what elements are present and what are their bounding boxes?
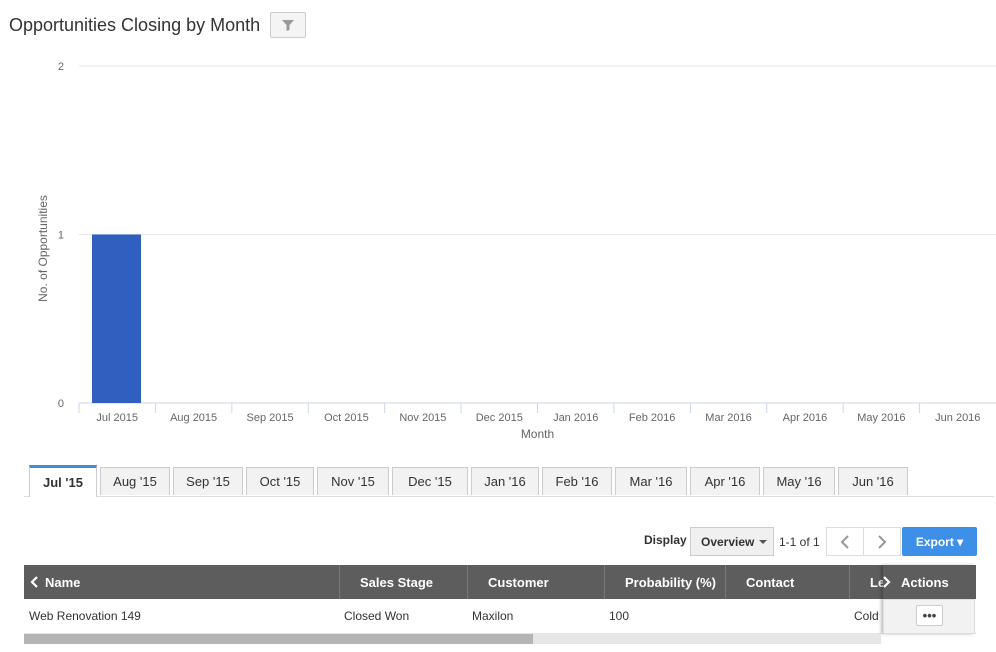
column-name-header[interactable]: Name xyxy=(30,565,80,599)
month-tabs: Jul '15 Aug '15 Sep '15 Oct '15 Nov '15 Dec '… xyxy=(24,465,994,497)
tab-month[interactable]: Mar '16 xyxy=(615,467,687,495)
column-contact-header[interactable]: Contact xyxy=(746,565,794,599)
tab-month[interactable]: Feb '16 xyxy=(542,467,612,495)
cell-lead: Cold xyxy=(854,609,879,623)
filter-icon xyxy=(282,19,294,31)
tab-month[interactable]: Oct '15 xyxy=(246,467,314,495)
x-tick-label: Feb 2016 xyxy=(629,412,675,424)
chevron-left-icon xyxy=(840,534,849,549)
x-tick-label: Aug 2015 xyxy=(170,412,217,424)
tab-month[interactable]: Aug '15 xyxy=(100,467,170,495)
y-tick-label: 1 xyxy=(58,230,64,242)
y-tick-label: 2 xyxy=(58,61,64,73)
caret-down-icon xyxy=(759,540,767,544)
x-tick-label: Apr 2016 xyxy=(783,412,828,424)
x-tick-label: Jun 2016 xyxy=(935,412,980,424)
x-tick-label: Jan 2016 xyxy=(553,412,598,424)
column-customer-header[interactable]: Customer xyxy=(488,565,549,599)
actions-cell: ••• xyxy=(883,599,975,634)
bar-chart: 0 1 2 Jul 2015 Aug 2015 Sep 2015 Oct 2015 Nov 2… xyxy=(36,61,996,441)
column-label: Name xyxy=(45,574,81,590)
more-actions-button[interactable]: ••• xyxy=(916,605,943,626)
y-axis-label: No. of Opportunities xyxy=(36,195,50,302)
tab-month[interactable]: May '16 xyxy=(763,467,835,495)
column-label: Customer xyxy=(488,574,549,590)
tab-month[interactable]: Apr '16 xyxy=(690,467,760,495)
actions-column: Actions ••• xyxy=(883,565,975,634)
x-tick-label: May 2016 xyxy=(857,412,905,424)
x-tick-label: Mar 2016 xyxy=(705,412,751,424)
tab-month[interactable]: Nov '15 xyxy=(317,467,389,495)
bar xyxy=(92,234,141,403)
y-tick-label: 0 xyxy=(58,398,64,410)
column-label: Contact xyxy=(746,574,795,590)
x-tick-label: Sep 2015 xyxy=(246,412,293,424)
column-label: Probability (%) xyxy=(625,574,717,590)
column-label: Sales Stage xyxy=(360,574,433,590)
display-select[interactable]: Overview xyxy=(690,527,774,556)
cell-sales-stage: Closed Won xyxy=(344,609,410,623)
display-select-value: Overview xyxy=(701,534,755,549)
cell-name[interactable]: Web Renovation 149 xyxy=(29,599,141,633)
tab-month[interactable]: Dec '15 xyxy=(392,467,468,495)
export-button[interactable]: Export ▾ xyxy=(902,527,977,556)
column-actions-header: Actions xyxy=(883,565,975,599)
x-tick-label: Oct 2015 xyxy=(324,412,369,424)
chevron-right-icon xyxy=(878,534,887,549)
column-sales-stage-header[interactable]: Sales Stage xyxy=(360,565,433,599)
x-tick-label: Jul 2015 xyxy=(96,412,138,424)
tab-month[interactable]: Sep '15 xyxy=(173,467,243,495)
column-probability-header[interactable]: Probability (%) xyxy=(625,565,716,599)
x-axis-label: Month xyxy=(521,427,554,441)
next-page-button[interactable] xyxy=(863,527,901,556)
cell-probability: 100 xyxy=(609,609,630,623)
display-label: Display xyxy=(644,533,687,547)
chevron-right-icon[interactable] xyxy=(882,576,891,588)
column-label: Actions xyxy=(901,574,949,590)
scrollbar-thumb[interactable] xyxy=(24,634,533,644)
table-row[interactable]: Web Renovation 149 Closed Won Maxilon 10… xyxy=(24,599,976,634)
horizontal-scrollbar[interactable] xyxy=(24,634,881,644)
x-tick-label: Dec 2015 xyxy=(476,412,523,424)
tab-month[interactable]: Jan '16 xyxy=(471,467,539,495)
table-header: Name Sales Stage Customer Probability (%… xyxy=(24,565,976,599)
cell-customer: Maxilon xyxy=(472,609,514,623)
page-title: Opportunities Closing by Month xyxy=(9,15,261,35)
filter-button[interactable] xyxy=(270,12,306,38)
chevron-left-icon xyxy=(30,576,38,588)
prev-page-button[interactable] xyxy=(826,527,864,556)
tab-month[interactable]: Jun '16 xyxy=(838,467,908,495)
pager-text: 1-1 of 1 xyxy=(779,535,820,549)
tab-month[interactable]: Jul '15 xyxy=(29,465,97,497)
x-tick-label: Nov 2015 xyxy=(399,412,446,424)
